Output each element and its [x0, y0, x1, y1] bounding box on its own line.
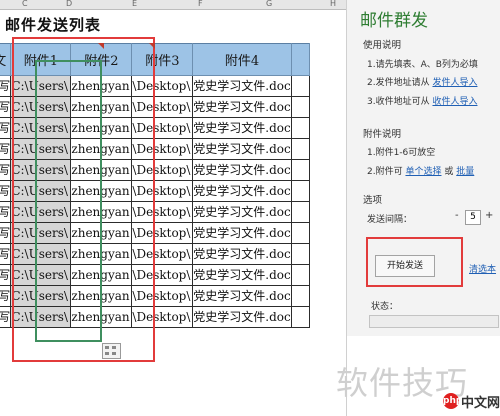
table-cell[interactable]: 党史学习文件.doc: [192, 138, 292, 160]
table-cell[interactable]: 党史学习文件.doc: [192, 117, 292, 139]
table-cell[interactable]: 当时写: [0, 243, 12, 265]
usage-line: 3.收件地址可从 收件人导入: [367, 94, 477, 107]
column-letter[interactable]: C: [22, 0, 28, 8]
table-cell[interactable]: 党史学习文件.doc: [192, 201, 292, 223]
table-cell[interactable]: 当时写: [0, 96, 12, 118]
options-heading: 选项: [363, 195, 383, 206]
table-cell[interactable]: [290, 75, 311, 97]
attach-line: 2.附件可 单个选择 或 批量: [367, 164, 474, 177]
header-cell[interactable]: 正文: [0, 43, 12, 76]
pane-title: 邮件群发: [360, 11, 428, 31]
table-cell[interactable]: 党史学习文件.doc: [192, 180, 292, 202]
table-cell[interactable]: [290, 201, 311, 223]
table-cell[interactable]: 当时写: [0, 75, 12, 97]
column-letter-strip: C D E F G H: [0, 0, 346, 10]
attach-line-text: 2.附件可: [367, 167, 403, 177]
column-letter[interactable]: E: [132, 0, 137, 8]
column-letter[interactable]: G: [266, 0, 272, 8]
status-label: 状态：: [371, 302, 399, 312]
attach-or-text: 或: [444, 167, 454, 177]
attach-line: 1.附件1-6可放空: [367, 148, 436, 158]
table-cell[interactable]: 党史学习文件.doc: [192, 75, 292, 97]
table-cell[interactable]: [290, 138, 311, 160]
spreadsheet-area: C D E F G H 邮件发送列表 正文 附件1 附件2 附件3 附件4 当时…: [0, 0, 346, 416]
table-cell[interactable]: [290, 180, 311, 202]
table-cell[interactable]: [290, 117, 311, 139]
header-cell[interactable]: [290, 43, 311, 76]
comment-marker-icon: [149, 43, 155, 49]
usage-line-text: 2.发件地址请从: [367, 78, 430, 88]
table-cell[interactable]: [290, 159, 311, 181]
attach-heading: 附件说明: [363, 129, 402, 140]
usage-line: 1.请先填表、A、B列为必填: [367, 60, 478, 70]
table-cell[interactable]: 党史学习文件.doc: [192, 96, 292, 118]
table-cell[interactable]: [290, 264, 311, 286]
table-cell[interactable]: [290, 285, 311, 307]
interval-decrement-button[interactable]: -: [455, 210, 459, 221]
table-cell[interactable]: 党史学习文件.doc: [192, 306, 292, 328]
table-cell[interactable]: 当时写: [0, 159, 12, 181]
table-cell[interactable]: 当时写: [0, 180, 12, 202]
selection-green-box: [35, 60, 102, 342]
table-cell[interactable]: 当时写: [0, 117, 12, 139]
usage-heading: 使用说明: [363, 40, 402, 51]
comment-marker-icon: [98, 43, 104, 49]
column-letter[interactable]: H: [330, 0, 336, 8]
table-cell[interactable]: 党史学习文件.doc: [192, 222, 292, 244]
import-sender-link[interactable]: 发件人导入: [432, 78, 477, 88]
site-logo: php 中文网: [443, 392, 500, 411]
interval-label: 发送间隔：: [367, 215, 413, 225]
table-cell[interactable]: 当时写: [0, 138, 12, 160]
clear-link[interactable]: 清选本: [469, 262, 496, 275]
status-progress-bar: [369, 315, 499, 328]
usage-line: 2.发件地址请从 发件人导入: [367, 75, 477, 88]
table-cell[interactable]: 党史学习文件.doc: [192, 285, 292, 307]
mail-merge-task-pane: 邮件群发 使用说明 1.请先填表、A、B列为必填 2.发件地址请从 发件人导入 …: [346, 0, 500, 416]
table-cell[interactable]: [290, 222, 311, 244]
import-recipient-link[interactable]: 收件人导入: [432, 97, 477, 107]
table-cell[interactable]: [290, 243, 311, 265]
start-send-button[interactable]: 开始发送: [375, 255, 435, 277]
table-cell[interactable]: [290, 306, 311, 328]
table-cell[interactable]: 当时写: [0, 201, 12, 223]
sheet-title[interactable]: 邮件发送列表: [5, 14, 101, 35]
header-cell[interactable]: 附件4: [192, 43, 292, 76]
table-cell[interactable]: 当时写: [0, 222, 12, 244]
interval-input[interactable]: 5: [465, 210, 481, 225]
column-letter[interactable]: D: [66, 0, 72, 8]
single-select-link[interactable]: 单个选择: [405, 167, 441, 177]
table-cell[interactable]: 党史学习文件.doc: [192, 243, 292, 265]
table-cell[interactable]: [290, 96, 311, 118]
table-cell[interactable]: 当时写: [0, 285, 12, 307]
table-cell[interactable]: 当时写: [0, 306, 12, 328]
usage-line-text: 3.收件地址可从: [367, 97, 430, 107]
table-cell[interactable]: 党史学习文件.doc: [192, 264, 292, 286]
batch-select-link[interactable]: 批量: [456, 167, 474, 177]
column-letter[interactable]: F: [198, 0, 203, 8]
interval-increment-button[interactable]: +: [485, 210, 493, 221]
logo-text: 中文网: [461, 395, 500, 411]
table-cell[interactable]: 当时写: [0, 264, 12, 286]
paste-options-icon[interactable]: [102, 343, 121, 359]
logo-badge: php: [443, 393, 462, 409]
table-cell[interactable]: 党史学习文件.doc: [192, 159, 292, 181]
